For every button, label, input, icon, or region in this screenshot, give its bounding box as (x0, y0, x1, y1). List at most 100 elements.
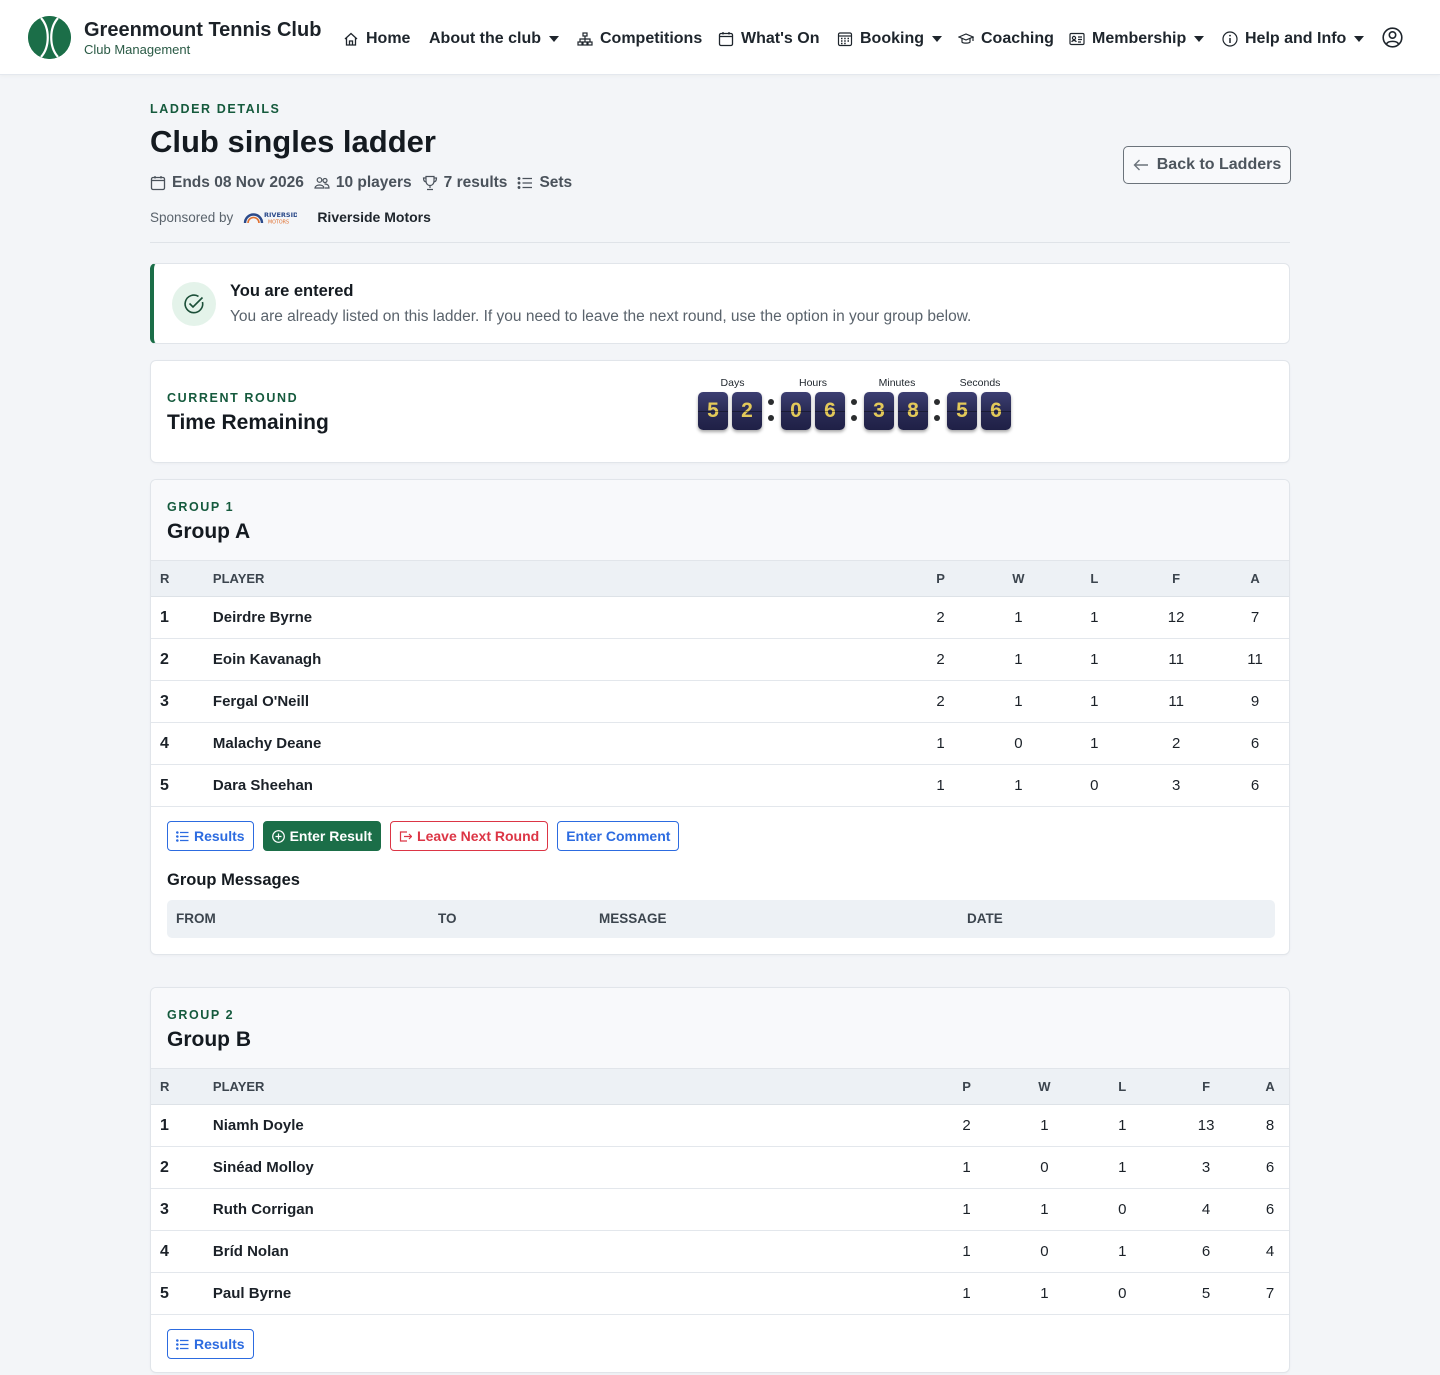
home-icon (343, 31, 359, 47)
current-round-card: CURRENT ROUND Time Remaining Days Hours … (150, 360, 1290, 463)
table-row: 2 Eoin Kavanagh 2 1 1 11 11 (151, 638, 1289, 681)
table-row: 4 Bríd Nolan 1 0 1 6 4 (151, 1230, 1289, 1273)
countdown-digit: 0 (781, 392, 811, 430)
player-name[interactable]: Dara Sheehan (212, 764, 902, 807)
player-name[interactable]: Fergal O'Neill (212, 680, 902, 723)
nav-membership[interactable]: Membership (1069, 28, 1205, 50)
chevron-down-icon (548, 36, 559, 42)
nav-competitions-label: Competitions (600, 30, 703, 47)
col-date: DATE (967, 911, 1003, 926)
results-button[interactable]: Results (167, 1329, 254, 1359)
svg-text:RIVERSIDE: RIVERSIDE (264, 211, 297, 219)
col-from: FROM (176, 911, 216, 926)
player-name[interactable]: Niamh Doyle (212, 1104, 928, 1147)
group-actions: Results (167, 1329, 263, 1359)
table-row: 2 Sinéad Molloy 1 0 1 3 6 (151, 1146, 1289, 1189)
svg-text:MOTORS: MOTORS (268, 220, 289, 226)
player-count: 10 players (314, 174, 412, 192)
col-player: PLAYER (212, 560, 902, 597)
nav-coaching-label: Coaching (981, 30, 1054, 47)
list-icon (176, 1338, 189, 1350)
table-row: 3 Ruth Corrigan 1 1 0 4 6 (151, 1188, 1289, 1231)
group-header: GROUP 1 Group A (151, 480, 1289, 560)
user-account-icon[interactable] (1382, 27, 1403, 48)
match-format: Sets (517, 174, 572, 192)
nav-competitions[interactable]: Competitions (577, 28, 702, 50)
calendar-grid-icon (837, 31, 853, 47)
player-name[interactable]: Bríd Nolan (212, 1230, 928, 1273)
match-format-text: Sets (539, 174, 573, 191)
countdown-separator (851, 397, 857, 423)
col-against: A (1221, 560, 1289, 597)
nav-home[interactable]: Home (343, 28, 410, 50)
tennis-ball-logo-icon[interactable] (28, 16, 71, 59)
table-row: 3 Fergal O'Neill 2 1 1 11 9 (151, 680, 1289, 723)
table-row: 1 Niamh Doyle 2 1 1 13 8 (151, 1104, 1289, 1147)
mortarboard-icon (958, 31, 974, 47)
top-navbar: Greenmount Tennis Club Club Management H… (0, 0, 1440, 75)
nav-help-label: Help and Info (1245, 30, 1347, 47)
enter-comment-button[interactable]: Enter Comment (557, 821, 680, 851)
nav-booking[interactable]: Booking (837, 28, 942, 50)
countdown-separator (768, 397, 774, 423)
leave-next-round-button[interactable]: Leave Next Round (390, 821, 549, 851)
days-label: Days (720, 377, 745, 389)
results-count-text: 7 results (443, 174, 508, 191)
nav-whats-on[interactable]: What's On (718, 28, 819, 50)
chevron-down-icon (932, 36, 942, 42)
player-name[interactable]: Sinéad Molloy (212, 1146, 928, 1189)
arrow-left-icon (1133, 159, 1148, 171)
countdown-separator (934, 397, 940, 423)
group-title: Group B (167, 1028, 251, 1051)
sponsor-logo[interactable]: RIVERSIDEMOTORS (241, 205, 297, 229)
countdown-digit: 3 (864, 392, 894, 430)
col-won: W (1005, 1068, 1084, 1105)
alert-text: You are already listed on this ladder. I… (230, 308, 972, 325)
nav-coaching[interactable]: Coaching (958, 28, 1054, 50)
round-eyebrow: CURRENT ROUND (167, 391, 299, 405)
nav-help[interactable]: Help and Info (1222, 28, 1365, 50)
col-rank: R (151, 1068, 213, 1105)
nav-home-label: Home (366, 30, 411, 47)
end-date-text: Ends 08 Nov 2026 (172, 174, 304, 191)
countdown-digit: 2 (732, 392, 762, 430)
player-name[interactable]: Paul Byrne (212, 1272, 928, 1315)
table-row: 4 Malachy Deane 1 0 1 2 6 (151, 722, 1289, 765)
check-circle-icon (172, 282, 216, 326)
plus-circle-icon (271, 829, 285, 843)
player-name[interactable]: Eoin Kavanagh (212, 638, 902, 681)
results-count: 7 results (422, 174, 508, 192)
standings-table: R PLAYER P W L F A 1 Deirdre Byrne 2 1 1 12 7 … (151, 560, 1289, 807)
diagram-icon (577, 31, 593, 47)
table-header-row: R PLAYER P W L F A (151, 1068, 1289, 1105)
col-to: TO (438, 911, 457, 926)
nav-about[interactable]: About the club (429, 28, 559, 50)
player-name[interactable]: Ruth Corrigan (212, 1188, 928, 1231)
nav-booking-label: Booking (860, 30, 924, 47)
col-lost: L (1057, 560, 1132, 597)
table-row: 5 Dara Sheehan 1 1 0 3 6 (151, 764, 1289, 807)
brand-name[interactable]: Greenmount Tennis Club (84, 19, 321, 42)
countdown-digit: 8 (898, 392, 928, 430)
nav-membership-label: Membership (1092, 30, 1187, 47)
player-name[interactable]: Malachy Deane (212, 722, 902, 765)
group-header: GROUP 2 Group B (151, 988, 1289, 1068)
results-button[interactable]: Results (167, 821, 254, 851)
table-header-row: R PLAYER P W L F A (151, 560, 1289, 597)
calendar-icon (718, 31, 734, 47)
countdown-digit: 5 (947, 392, 977, 430)
group-messages-table: FROM TO MESSAGE DATE (167, 900, 1275, 938)
chevron-down-icon (1194, 36, 1205, 42)
minutes-label: Minutes (878, 377, 916, 389)
countdown-digit: 6 (981, 392, 1011, 430)
calendar-icon (150, 176, 166, 191)
entered-alert: You are entered You are already listed o… (150, 263, 1290, 344)
back-to-ladders-button[interactable]: Back to Ladders (1123, 146, 1291, 184)
player-name[interactable]: Deirdre Byrne (212, 596, 902, 639)
player-count-text: 10 players (335, 174, 412, 191)
list-icon (517, 177, 533, 189)
col-played: P (927, 1068, 1006, 1105)
list-icon (176, 830, 189, 842)
group-messages-title: Group Messages (167, 871, 300, 889)
enter-result-button[interactable]: Enter Result (262, 821, 382, 851)
